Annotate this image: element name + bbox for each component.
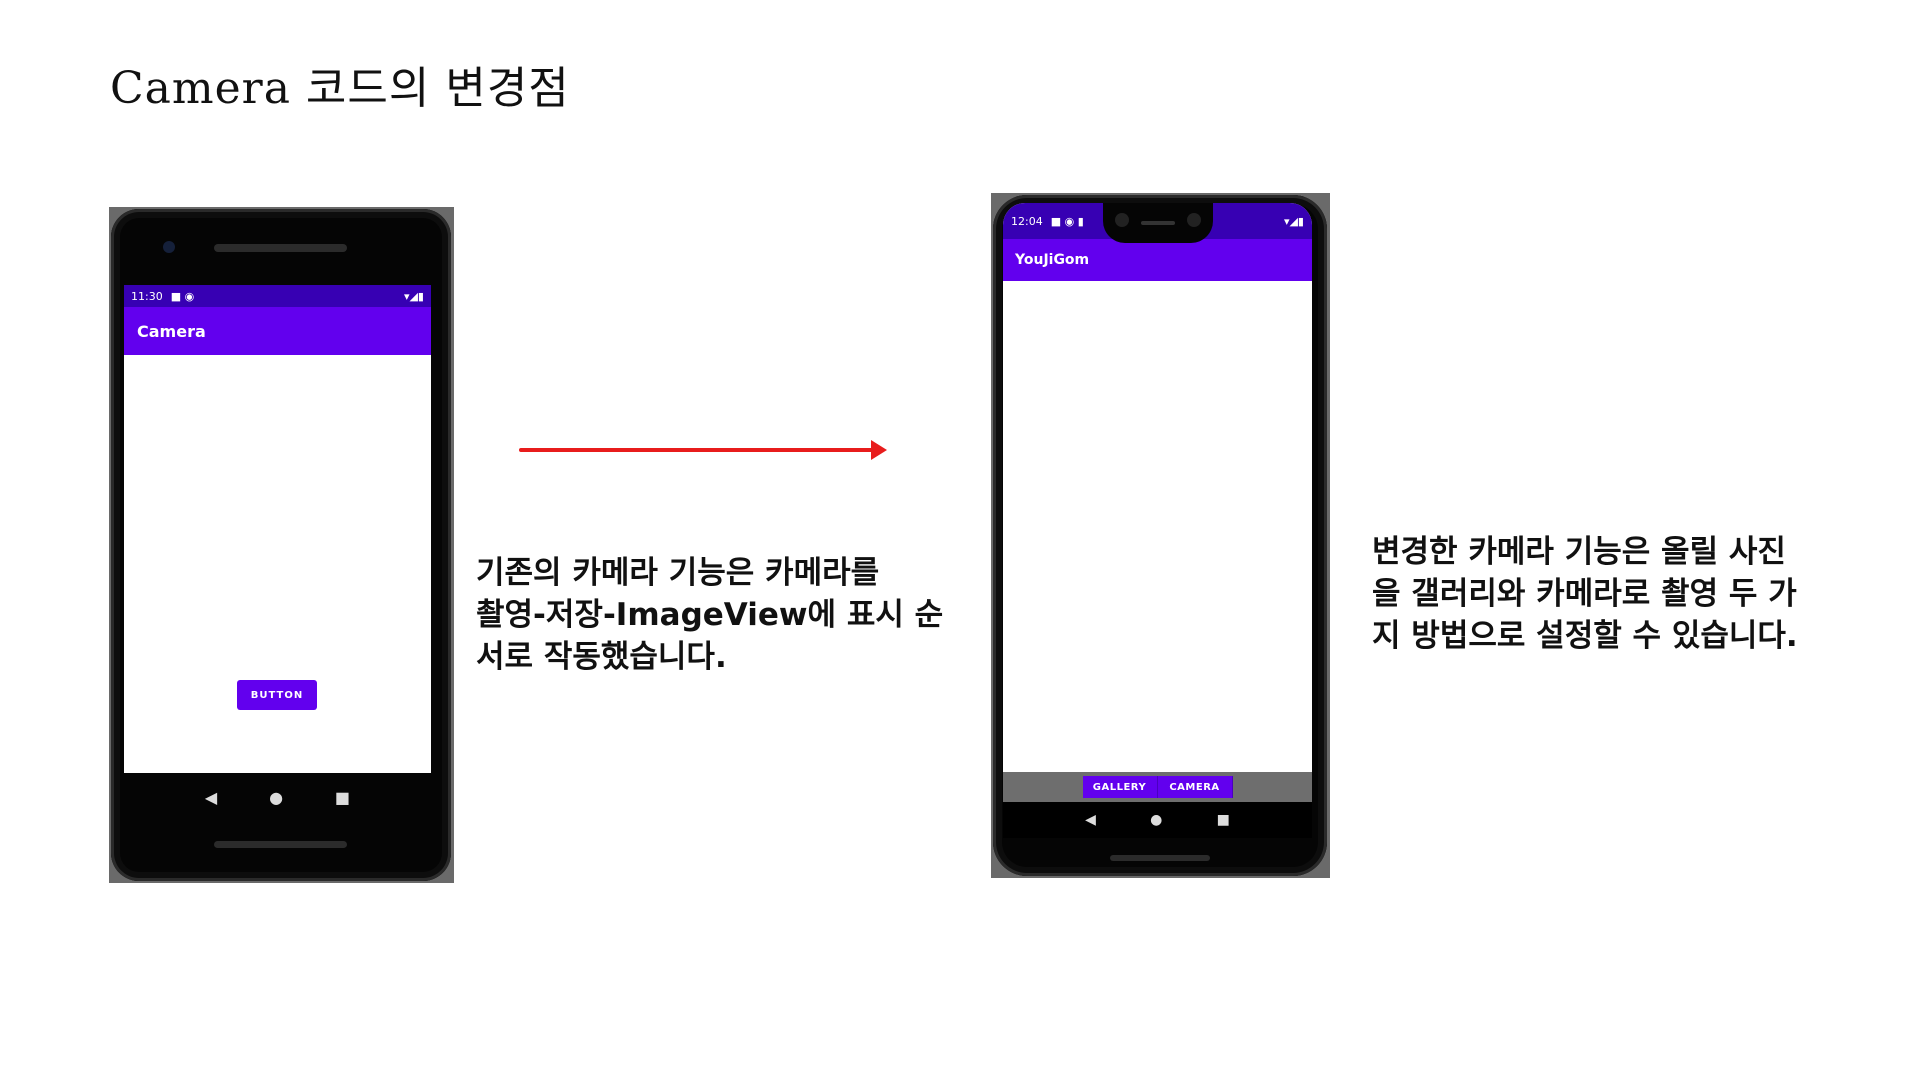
- description-line: 서로 작동했습니다.: [476, 639, 727, 675]
- navigation-bar: ◀ ● ■: [1003, 802, 1312, 838]
- camera-button[interactable]: CAMERA: [1157, 776, 1233, 798]
- front-camera-icon: [163, 241, 175, 253]
- description-line: 촬영-저장-ImageView에 표시 순: [476, 597, 944, 633]
- app-title: YouJiGom: [1003, 239, 1312, 281]
- earpiece: [1141, 221, 1175, 225]
- notification-icons: ■ ◉ ▮: [1050, 214, 1084, 228]
- phone-after: 12:04 ■ ◉ ▮ ▾◢▮ YouJiGom GALLERY CAMERA …: [993, 195, 1327, 876]
- phone-chin: [1110, 855, 1210, 861]
- phone-before: 11:30 ■ ◉ ▾◢▮ Camera BUTTON ◀ ● ■: [111, 209, 451, 881]
- signal-battery-icon: ▾◢▮: [1283, 214, 1304, 228]
- phone-chin: [214, 841, 347, 848]
- home-icon[interactable]: ●: [269, 788, 283, 807]
- description-line: 기존의 카메라 기능은 카메라를: [476, 555, 880, 591]
- phone-after-screen: 12:04 ■ ◉ ▮ ▾◢▮ YouJiGom: [1003, 203, 1312, 825]
- recent-apps-icon[interactable]: ■: [1217, 812, 1230, 828]
- status-time: 12:04: [1011, 214, 1043, 228]
- description-line: 지 방법으로 설정할 수 있습니다.: [1372, 618, 1798, 654]
- navigation-bar: ◀ ● ■: [124, 773, 431, 821]
- front-camera-icon: [1187, 213, 1201, 227]
- app-title: Camera: [124, 307, 431, 355]
- gallery-button[interactable]: GALLERY: [1082, 776, 1158, 798]
- notification-icons: ■ ◉: [170, 289, 195, 303]
- earpiece: [214, 244, 347, 252]
- back-icon[interactable]: ◀: [1085, 812, 1096, 828]
- signal-battery-icon: ▾◢▮: [403, 289, 424, 303]
- button-bar: GALLERY CAMERA: [1003, 772, 1312, 802]
- camera-button[interactable]: BUTTON: [237, 680, 317, 710]
- slide-title: Camera 코드의 변경점: [110, 63, 570, 114]
- front-camera-icon: [1115, 213, 1129, 227]
- display-notch: [1103, 203, 1213, 243]
- description-line: 변경한 카메라 기능은 올릴 사진: [1372, 534, 1786, 570]
- home-icon[interactable]: ●: [1150, 812, 1162, 828]
- description-after: 변경한 카메라 기능은 올릴 사진 을 갤러리와 카메라로 촬영 두 가 지 방…: [1372, 531, 1872, 657]
- description-line: 을 갤러리와 카메라로 촬영 두 가: [1372, 576, 1797, 612]
- status-bar: 11:30 ■ ◉ ▾◢▮: [124, 285, 431, 307]
- status-time: 11:30: [131, 289, 163, 303]
- recent-apps-icon[interactable]: ■: [335, 788, 350, 807]
- arrow-right-icon: [519, 440, 887, 460]
- back-icon[interactable]: ◀: [205, 788, 217, 807]
- phone-before-screen: 11:30 ■ ◉ ▾◢▮ Camera BUTTON: [124, 285, 431, 773]
- description-before: 기존의 카메라 기능은 카메라를 촬영-저장-ImageView에 표시 순 서…: [476, 552, 976, 678]
